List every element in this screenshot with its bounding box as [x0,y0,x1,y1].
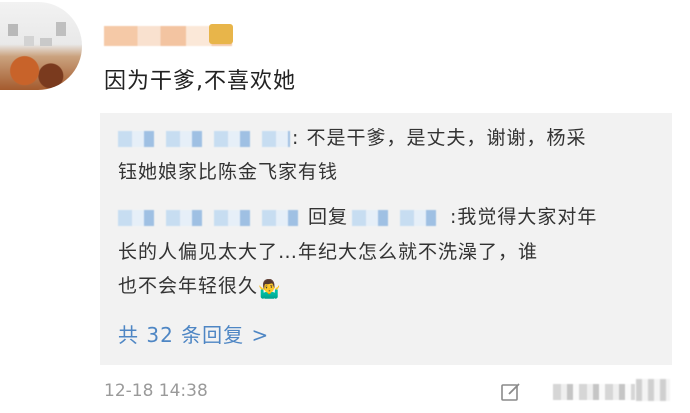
replier-name-redacted[interactable] [118,130,290,147]
reply-2-text-2: 长的人偏见太大了…年纪大怎么就不洗澡了，谁 [118,241,539,263]
reply-word: 回复 [308,206,349,228]
avatar[interactable] [0,2,82,90]
replied-to-name-redacted[interactable] [352,209,449,226]
reply-1-text-2: 钰她娘家比陈金飞家有钱 [118,161,339,183]
reply-2-line-1: 回复 :我觉得大家对年 [118,202,597,229]
comment-timestamp: 12-18 14:38 [104,381,208,401]
reply-1-line-2: 钰她娘家比陈金飞家有钱 [118,157,338,184]
replier-name-redacted[interactable] [118,209,306,226]
comment-text: 因为干爹,不喜欢她 [104,69,296,94]
reply-2-line-3: 也不会年轻很久🤷‍♂️ [118,271,281,300]
user-badge-icon [209,24,233,44]
reply-1-line-1: : 不是干爹，是丈夫，谢谢，杨采 [118,123,586,150]
like-icon[interactable] [636,379,670,401]
reply-panel: : 不是干爹，是丈夫，谢谢，杨采 钰她娘家比陈金飞家有钱 回复:我觉得大家对年 … [100,113,672,365]
reply-2-text-1: :我觉得大家对年 [450,206,598,228]
reply-2-text-3: 也不会年轻很久 [118,275,259,297]
like-count-redacted[interactable] [553,384,635,400]
edit-icon[interactable] [500,381,522,403]
reply-1-text-1: : 不是干爹，是丈夫，谢谢，杨采 [292,127,587,149]
reply-2-line-2: 长的人偏见太大了…年纪大怎么就不洗澡了，谁 [118,237,538,264]
shrug-emoji-icon: 🤷‍♂️ [258,279,282,300]
view-more-replies-link[interactable]: 共 32 条回复 > [118,319,269,348]
